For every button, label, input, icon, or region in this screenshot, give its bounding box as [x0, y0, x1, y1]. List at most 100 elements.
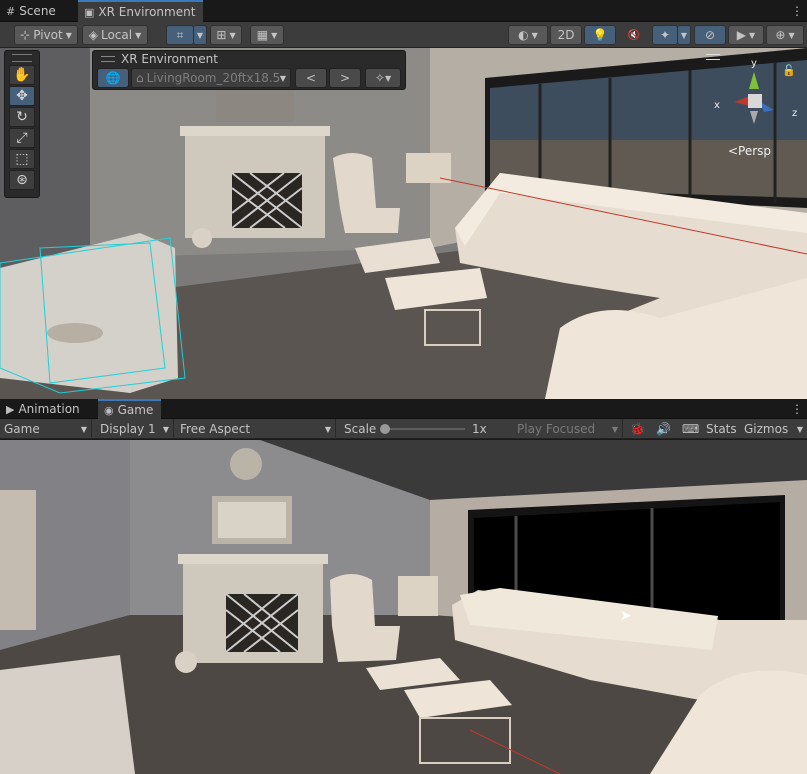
mute-audio-button[interactable]: 🔊 [652, 419, 676, 439]
environment-dropdown[interactable]: ⌂ LivingRoom_20ftx18.5 ▼ [131, 68, 291, 88]
scene-tab-bar: # Scene ▣ XR Environment ⋮ [0, 0, 807, 22]
gizmos-toggle-dropdown[interactable]: Gizmos ▼ [740, 419, 807, 439]
scene-render [0, 48, 807, 399]
grid-visibility-button[interactable]: ▦ ▼ [250, 25, 284, 45]
tab-animation[interactable]: ▶ Animation [0, 399, 88, 419]
grid-snap-dropdown[interactable]: ▼ [193, 25, 207, 45]
hand-tool-button[interactable]: ✋ [9, 65, 35, 85]
move-arrows-icon: ✥ [16, 88, 28, 104]
scale-value-text: 1x [472, 422, 487, 436]
tab-game-label: Game [117, 403, 154, 417]
chevron-down-icon: ▼ [680, 30, 688, 40]
persp-label[interactable]: <Persp [728, 144, 771, 158]
animation-icon: ▶ [6, 402, 15, 416]
gizmos-dropdown[interactable]: ⊕ ▼ [766, 25, 804, 45]
game-view-dropdown[interactable]: Game ▼ [0, 419, 92, 439]
shading-sphere-icon: ◐ [518, 28, 529, 42]
frame-debugger-button[interactable]: 🐞 [626, 419, 650, 439]
stats-label: Stats [706, 422, 737, 436]
previous-environment-button[interactable]: < [295, 68, 327, 88]
keyboard-icon: ⌨ [682, 422, 700, 436]
grid-snap-button[interactable]: ⌗ [166, 25, 194, 45]
xr-icon: ▣ [84, 5, 95, 19]
next-environment-button[interactable]: > [329, 68, 361, 88]
increment-snap-button[interactable]: ⊞ ▼ [210, 25, 242, 45]
gizmo-x-label: x [714, 100, 720, 111]
rotate-icon: ↻ [16, 109, 28, 125]
transform-tool-button[interactable]: ⊛ [9, 170, 35, 190]
overlay-grip-icon [101, 56, 115, 62]
eye-slash-icon: ⊘ [704, 28, 716, 42]
game-render [0, 440, 807, 774]
game-toolbar: Game ▼ Display 1 ▼ Free Aspect ▼ Scale 1… [0, 419, 807, 439]
game-viewport[interactable]: ➤ [0, 440, 807, 774]
chevron-down-icon: ▼ [788, 30, 795, 40]
chevron-down-icon: ▼ [384, 73, 392, 83]
lighting-toggle-button[interactable]: 💡 [584, 25, 616, 45]
scene-viewport[interactable]: ✋ ✥ ↻ ⤢ ⬚ ⊛ XR Environment 🌐 ⌂ LivingRoo… [0, 48, 807, 399]
game-view-label: Game [4, 422, 40, 436]
grid-icon: ▦ [256, 28, 269, 42]
orientation-gizmo[interactable]: 🔓 y x z <Persp [700, 50, 804, 160]
gizmo-globe-icon: ⊕ [775, 28, 786, 42]
play-focused-label: Play Focused [517, 422, 596, 436]
globe-icon: 🌐 [105, 71, 121, 85]
effects-icon: ✦ [659, 28, 671, 42]
scene-toolbar: ⊹ Pivot ▼ ◈ Local ▼ ⌗ ▼ ⊞ ▼ ▦ ▼ ◐ ▼ 2D 💡… [0, 22, 807, 48]
chevron-down-icon: ▼ [749, 30, 756, 40]
palette-grip[interactable] [12, 54, 32, 62]
rect-tool-button[interactable]: ⬚ [9, 149, 35, 169]
tab-xr-environment[interactable]: ▣ XR Environment [78, 0, 204, 22]
speaker-icon: 🔊 [656, 422, 671, 436]
scale-label-text: Scale [344, 422, 377, 436]
axis-gizmo-icon [734, 72, 774, 124]
game-tab-bar: ▶ Animation ◉ Game ⋮ [0, 399, 807, 419]
chevron-down-icon: ▼ [531, 30, 538, 40]
lightbulb-icon: 💡 [592, 28, 608, 42]
transform-icon: ⊛ [16, 172, 28, 188]
scale-slider-thumb[interactable] [380, 424, 390, 434]
gizmo-grip-icon [706, 54, 720, 60]
environment-value: LivingRoom_20ftx18.5 [146, 71, 281, 85]
xr-overlay-title-label: XR Environment [121, 52, 218, 66]
chevron-down-icon: ▼ [324, 424, 331, 434]
game-menu-icon[interactable]: ⋮ [791, 401, 803, 417]
hash-icon: # [6, 4, 16, 18]
scale-slider-track[interactable] [380, 428, 465, 430]
xr-overlay-title[interactable]: XR Environment [101, 52, 218, 66]
xr-environment-overlay: XR Environment 🌐 ⌂ LivingRoom_20ftx18.5 … [92, 50, 406, 90]
chevron-down-icon: ▼ [65, 30, 72, 40]
local-dropdown[interactable]: ◈ Local ▼ [82, 25, 148, 45]
environment-tools-dropdown[interactable]: ✧ ▼ [365, 68, 401, 88]
chevron-left-icon: < [305, 71, 317, 85]
shortcuts-button[interactable]: ⌨ [678, 419, 702, 439]
scene-menu-icon[interactable]: ⋮ [791, 3, 803, 19]
chevron-down-icon: ▼ [271, 30, 278, 40]
hand-icon: ✋ [13, 67, 31, 83]
play-focused-dropdown[interactable]: Play Focused ▼ [513, 419, 623, 439]
scale-tool-button[interactable]: ⤢ [9, 128, 35, 148]
rotate-tool-button[interactable]: ↻ [9, 107, 35, 127]
aspect-dropdown[interactable]: Free Aspect ▼ [176, 419, 336, 439]
tab-xr-environment-label: XR Environment [98, 5, 196, 19]
chevron-right-icon: > [339, 71, 351, 85]
2d-toggle-button[interactable]: 2D [550, 25, 582, 45]
effects-dropdown[interactable]: ▼ [677, 25, 691, 45]
tab-game[interactable]: ◉ Game [98, 399, 162, 419]
tool-palette: ✋ ✥ ↻ ⤢ ⬚ ⊛ [4, 50, 40, 198]
effects-toggle-button[interactable]: ✦ [652, 25, 678, 45]
audio-mute-icon: 🔇 [627, 29, 641, 41]
draw-mode-dropdown[interactable]: ◐ ▼ [508, 25, 548, 45]
tab-scene[interactable]: # Scene [0, 0, 64, 22]
camera-dropdown[interactable]: ▶ ▼ [728, 25, 764, 45]
tab-scene-label: Scene [19, 4, 56, 18]
audio-toggle-button[interactable]: 🔇 [618, 25, 650, 45]
pivot-dropdown[interactable]: ⊹ Pivot ▼ [14, 25, 78, 45]
rect-icon: ⬚ [15, 151, 29, 167]
hidden-objects-toggle[interactable]: ⊘ [694, 25, 726, 45]
display-dropdown[interactable]: Display 1 ▼ [96, 419, 174, 439]
stats-button[interactable]: Stats [702, 419, 740, 439]
environment-globe-button[interactable]: 🌐 [97, 68, 129, 88]
local-label: Local [100, 28, 133, 42]
move-tool-button[interactable]: ✥ [9, 86, 35, 106]
